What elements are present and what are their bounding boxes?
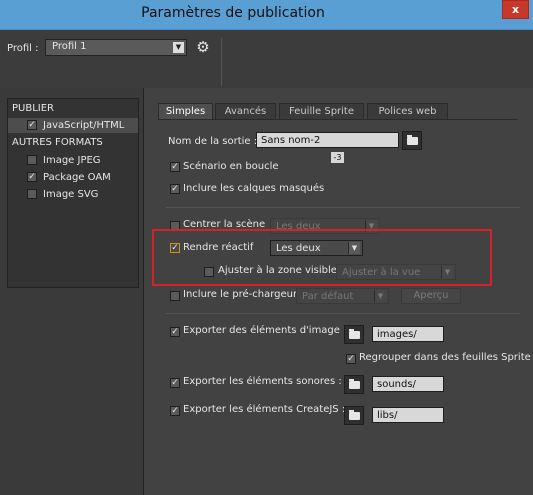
publish-header: PUBLIER (12, 103, 54, 114)
close-icon: x (511, 3, 520, 16)
hidden-layers-checkbox[interactable]: ✓ (170, 184, 180, 194)
tab-simples[interactable]: Simples (158, 103, 213, 120)
sidebar-item-label: Image JPEG (43, 155, 101, 166)
folder-icon (406, 134, 418, 145)
chevron-down-icon: ▼ (173, 42, 184, 53)
export-sounds-label: Exporter les éléments sonores : (183, 376, 342, 387)
preview-button[interactable]: Aperçu (401, 288, 461, 304)
window-title: Paramètres de publication (141, 5, 325, 21)
loop-label: Scénario en boucle (183, 161, 279, 172)
chevron-down-icon: ▼ (374, 290, 386, 302)
sounds-path-input[interactable]: sounds/ (372, 376, 444, 392)
export-sounds-checkbox[interactable]: ✓ (170, 378, 180, 388)
export-images-checkbox[interactable]: ✓ (170, 327, 180, 337)
other-formats-header: AUTRES FORMATS (12, 137, 103, 148)
svg-checkbox[interactable] (27, 189, 37, 199)
tab-polices-web[interactable]: Polices web (367, 103, 448, 120)
output-badge: -3 (331, 152, 344, 163)
oam-checkbox[interactable]: ✓ (27, 172, 37, 182)
jpeg-checkbox[interactable] (27, 155, 37, 165)
section-divider (166, 313, 520, 314)
output-folder-button[interactable] (402, 131, 422, 150)
divider (221, 38, 222, 86)
sidebar-item-oam[interactable]: ✓ Package OAM (8, 170, 138, 185)
javascript-html-checkbox[interactable]: ✓ (27, 120, 37, 130)
images-folder-button[interactable] (344, 325, 364, 344)
sprite-label: Regrouper dans des feuilles Sprite (359, 352, 531, 363)
tab-divider (158, 119, 518, 120)
sidebar-item-label: Image SVG (43, 189, 99, 200)
export-images-label: Exporter des éléments d'image : (183, 325, 347, 336)
profile-label: Profil : (7, 43, 39, 54)
tab-feuille-sprite[interactable]: Feuille Sprite (279, 103, 364, 120)
libs-path-input[interactable]: libs/ (372, 407, 444, 423)
export-createjs-checkbox[interactable]: ✓ (170, 406, 180, 416)
sidebar-item-label: Package OAM (43, 172, 111, 183)
gear-icon[interactable]: ⚙ (194, 39, 212, 56)
profile-bar: Profil : Profil 1 ▼ ⚙ (0, 30, 533, 88)
images-path-input[interactable]: images/ (372, 326, 444, 342)
tab-avances[interactable]: Avancés (215, 103, 276, 120)
loop-checkbox[interactable]: ✓ (170, 162, 180, 172)
close-button[interactable]: x (502, 0, 529, 19)
preloader-checkbox[interactable] (170, 291, 180, 301)
sidebar: PUBLIER ✓ JavaScript/HTML AUTRES FORMATS… (0, 88, 144, 495)
hidden-layers-label: Inclure les calques masqués (183, 183, 325, 194)
folder-icon (348, 328, 360, 339)
sidebar-item-jpeg[interactable]: Image JPEG (8, 153, 138, 168)
output-name-input[interactable]: Sans nom-2 (256, 132, 399, 148)
title-bar: Paramètres de publication x (0, 0, 533, 30)
sprite-checkbox[interactable]: ✓ (346, 354, 356, 364)
createjs-folder-button[interactable] (344, 406, 364, 425)
section-divider (166, 207, 520, 208)
highlight-box (152, 229, 492, 286)
folder-icon (348, 409, 360, 420)
profile-select[interactable]: Profil 1 ▼ (45, 39, 187, 56)
sidebar-item-svg[interactable]: Image SVG (8, 187, 138, 202)
profile-value: Profil 1 (52, 41, 87, 52)
preloader-value: Par défaut (302, 291, 354, 302)
format-list: PUBLIER ✓ JavaScript/HTML AUTRES FORMATS… (7, 98, 139, 288)
preloader-label: Inclure le pré-chargeur (183, 289, 298, 300)
preloader-select[interactable]: Par défaut ▼ (296, 288, 389, 304)
folder-icon (348, 378, 360, 389)
export-createjs-label: Exporter les éléments CreateJS : (183, 404, 346, 415)
sounds-folder-button[interactable] (344, 375, 364, 394)
sidebar-item-label: JavaScript/HTML (43, 120, 125, 131)
sidebar-item-javascript-html[interactable]: ✓ JavaScript/HTML (8, 118, 138, 133)
output-name-label: Nom de la sortie : (168, 136, 258, 147)
